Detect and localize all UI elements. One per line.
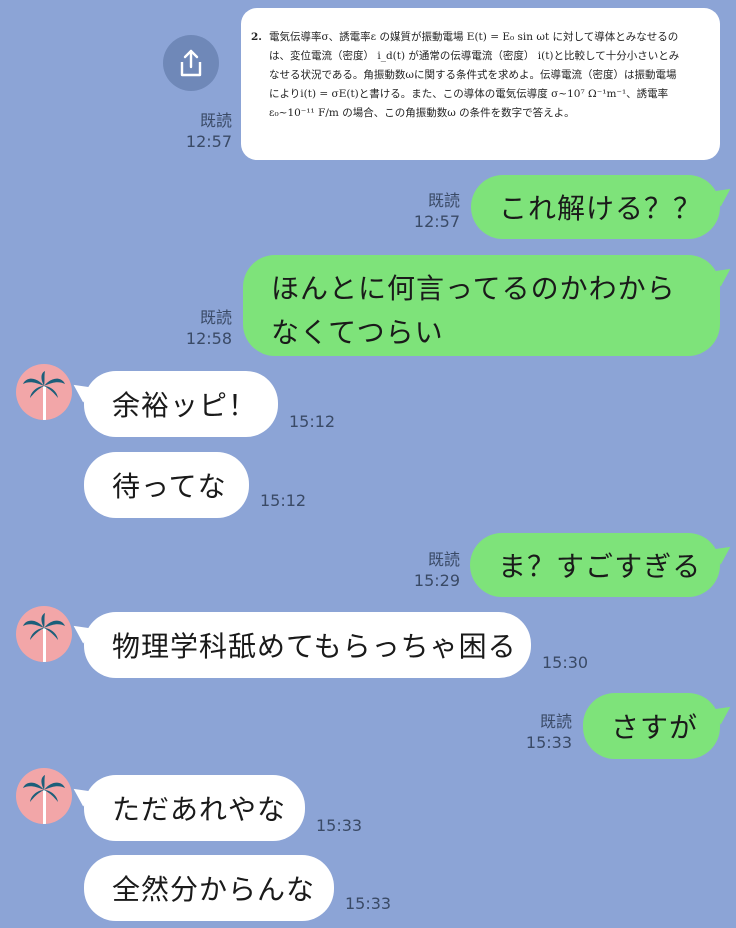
message-time: 12:57 [413,212,460,231]
share-button[interactable] [163,35,219,91]
bubble-tail [710,261,736,287]
message-text: ま？すごすぎる [498,550,702,583]
message-time: 15:33 [345,894,392,913]
message-time: 12:57 [185,132,232,151]
message-time: 12:58 [185,329,232,348]
bubble-tail [68,781,94,807]
message-text: これ解ける？？ [499,192,703,225]
my-message-bubble[interactable]: これ解ける？？ [471,175,736,239]
read-receipt: 既読 [539,712,572,731]
my-message-bubble[interactable]: ま？すごすぎる [470,533,736,597]
problem-text: 電気伝導率σ、誘電率ε の媒質が振動電場 E(t) = E₀ sin ωt に対… [269,31,680,119]
avatar[interactable] [16,768,72,824]
read-receipt: 既読 [427,191,460,210]
image-message-meta: 既読 12:57 [170,110,232,152]
message-text: 物理学科舐めてもらっちゃ困る [112,630,517,663]
message-meta: 既読 15:33 [510,711,572,753]
share-upload-icon [180,49,202,77]
their-message-bubble[interactable]: 物理学科舐めてもらっちゃ困る [68,612,531,678]
their-message-bubble[interactable]: ただあれやな [68,775,305,841]
message-text: さすが [611,711,699,744]
bubble-tail [710,539,736,565]
read-receipt: 既読 [427,550,460,569]
their-message-bubble[interactable]: 全然分からんな [84,855,334,921]
palm-tree-icon [23,371,65,420]
message-time: 15:30 [542,653,589,672]
read-receipt: 既読 [199,308,232,327]
problem-number: 2. [251,31,262,43]
message-text: ほんとに何言ってるのかわからなくてつらい [271,272,676,349]
message-text: ただあれやな [112,793,287,826]
read-receipt: 既読 [199,111,232,130]
message-time: 15:12 [289,412,336,431]
image-message[interactable]: 2. 電気伝導率σ、誘電率ε の媒質が振動電場 E(t) = E₀ sin ωt… [241,8,720,160]
message-time: 15:33 [316,816,363,835]
palm-tree-icon [23,775,65,824]
message-time: 15:33 [525,733,572,752]
message-time: 15:29 [413,571,460,590]
their-message-bubble[interactable]: 余裕ッピ！ [68,371,278,437]
message-text: 余裕ッピ！ [112,389,258,422]
palm-tree-icon [23,613,65,662]
avatar[interactable] [16,606,72,662]
bubble-tail [68,618,94,644]
message-meta: 既読 15:29 [400,549,460,591]
avatar[interactable] [16,364,72,420]
bubble-tail [710,181,736,207]
my-message-bubble[interactable]: さすが [583,693,736,759]
bubble-tail [710,699,736,725]
message-text: 待ってな [112,470,227,503]
message-meta: 既読 12:57 [400,190,460,232]
message-time: 15:12 [260,491,307,510]
their-message-bubble[interactable]: 待ってな [84,452,249,518]
my-message-bubble[interactable]: ほんとに何言ってるのかわからなくてつらい [243,255,736,356]
bubble-tail [68,377,94,403]
message-meta: 既読 12:58 [170,307,232,349]
message-text: 全然分からんな [112,873,316,906]
